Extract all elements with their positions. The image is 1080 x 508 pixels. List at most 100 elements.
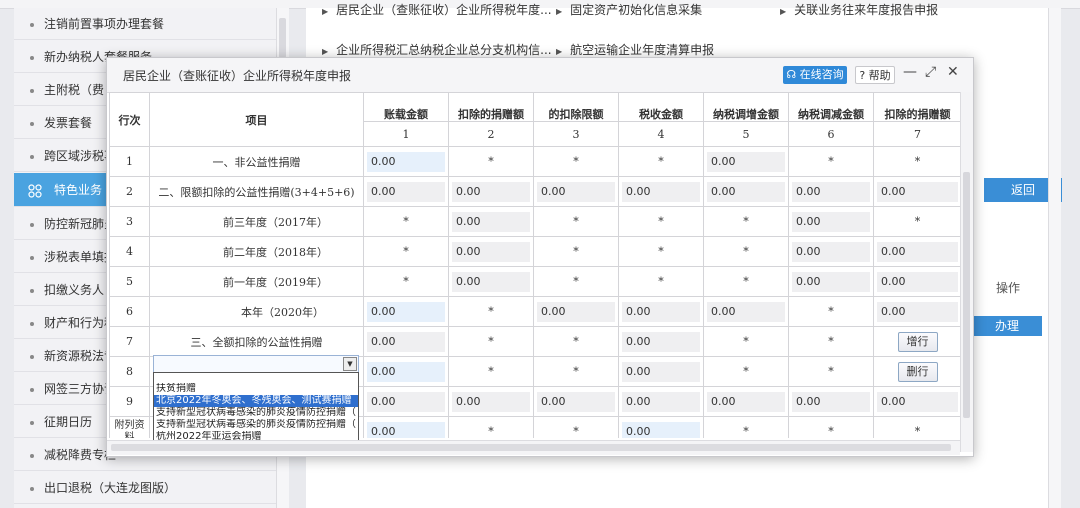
bullet-icon [30,420,34,425]
amount-readonly: 0.00 [707,151,785,172]
business-link[interactable]: ▶ 关联业务往来年度报告申报 [780,1,938,18]
na-cell: * [448,416,534,438]
add-row-button[interactable]: 增行 [897,331,938,352]
bullet-icon [30,154,34,159]
scrollbar-thumb[interactable] [963,172,970,418]
na-cell: * [788,326,874,357]
amount-input[interactable]: 0.00 [367,151,445,172]
main-scrollbar[interactable] [1048,8,1061,508]
business-link[interactable]: ▶ 居民企业（查账征收）企业所得税年度... [322,1,552,18]
bullet-icon [30,255,34,260]
na-cell: * [788,416,874,438]
amount-readonly: 0.00 [792,211,870,232]
header-col: 税收金额 [618,92,704,122]
na-cell: * [873,146,961,177]
sidebar-item[interactable]: 注销前置事项办理套餐 [14,8,276,40]
amount-readonly: 0.00 [537,181,615,202]
amount-readonly: 0.00 [622,181,700,202]
na-cell: * [533,206,619,237]
scrollbar-thumb[interactable] [279,18,286,58]
delete-row-button[interactable]: 删行 [897,361,938,382]
header-col-number: 7 [873,121,961,147]
na-cell: * [363,236,449,267]
row-number: 1 [109,146,150,177]
amount-readonly: 0.00 [367,391,445,412]
dropdown-option[interactable]: 支持新型冠状病毒感染的肺炎疫情防控捐赠（ [154,419,358,431]
bullet-icon [30,354,34,359]
na-cell: * [703,356,789,387]
bullet-icon [30,88,34,93]
amount-readonly: 0.00 [707,181,785,202]
table-row: 7 三、全额扣除的公益性捐赠 0.00 * * 0.00 * * 增行 [109,326,961,357]
amount-readonly: 0.00 [877,301,958,322]
header-col-number: 3 [533,121,619,147]
bullet-icon [30,55,34,60]
bullet-icon [30,288,34,293]
row-number: 7 [109,326,150,357]
dropdown-option[interactable]: 扶贫捐赠 [154,383,358,395]
amount-readonly: 0.00 [792,181,870,202]
na-cell: * [873,416,961,438]
minimize-icon[interactable]: — [903,64,917,80]
row-item: 一、非公益性捐赠 [149,146,364,177]
business-link[interactable]: ▶ 固定资产初始化信息采集 [556,1,702,18]
triangle-right-icon: ▶ [780,7,787,16]
amount-readonly: 0.00 [792,271,870,292]
dialog-horizontal-scrollbar[interactable] [107,440,960,455]
na-cell: * [533,146,619,177]
na-cell: * [788,146,874,177]
row-item: 前二年度（2018年） [149,236,364,267]
online-consult-button[interactable]: ☊ 在线咨询 [783,66,847,84]
na-cell: * [788,296,874,327]
amount-readonly: 0.00 [707,391,785,412]
sidebar-item[interactable]: 出口退税（大连龙图版） [14,472,276,504]
bullet-icon [30,486,34,491]
na-cell: * [533,356,619,387]
amount-readonly: 0.00 [622,391,700,412]
na-cell: * [363,266,449,297]
amount-readonly: 0.00 [622,361,700,382]
close-icon[interactable]: ✕ [947,64,959,80]
header-item: 项目 [149,92,364,147]
amount-readonly: 0.00 [537,391,615,412]
na-cell: * [618,266,704,297]
amount-input[interactable]: 0.00 [367,301,445,322]
table-row: 5 前一年度（2019年） * 0.00 * * * 0.00 0.00 [109,266,961,297]
maximize-icon[interactable]: ⤢ [925,64,936,80]
header-col: 扣除的捐赠额 [448,92,534,122]
scrollbar-thumb[interactable] [111,444,951,451]
handle-button[interactable]: 办理 [972,316,1042,336]
na-cell: * [618,236,704,267]
header-col: 账载金额 [363,92,449,122]
help-button[interactable]: ? 帮助 [855,66,895,84]
amount-input[interactable]: 0.00 [367,421,445,438]
dropdown-option-blank[interactable] [154,373,358,383]
donation-type-select[interactable]: ▼ [153,355,359,373]
donation-type-dropdown: 扶贫捐赠 北京2022年冬奥会、冬残奥会、测试赛捐赠 支持新型冠状病毒感染的肺炎… [153,372,359,450]
amount-readonly: 0.00 [622,301,700,322]
chevron-down-icon[interactable]: ▼ [343,357,357,371]
row-item: 前三年度（2017年） [149,206,364,237]
row-item: 前一年度（2019年） [149,266,364,297]
dropdown-option-selected[interactable]: 北京2022年冬奥会、冬残奥会、测试赛捐赠 [154,395,358,407]
amount-readonly: 0.00 [877,391,958,412]
row-number: 9 [109,386,150,417]
row-item: 三、全额扣除的公益性捐赠 [149,326,364,357]
na-cell: * [363,206,449,237]
dropdown-option[interactable]: 支持新型冠状病毒感染的肺炎疫情防控捐赠（ [154,407,358,419]
dialog-vertical-scrollbar[interactable] [960,92,973,452]
amount-input[interactable]: 0.00 [367,361,445,382]
business-link[interactable]: ▶ 航空运输企业年度清算申报 [556,41,714,58]
row-item: 本年（2020年） [149,296,364,327]
bullet-icon [30,22,34,27]
triangle-right-icon: ▶ [322,47,329,56]
na-cell: * [448,296,534,327]
bullet-icon [30,321,34,326]
operation-header: 操作 [996,281,1021,295]
triangle-right-icon: ▶ [556,7,563,16]
row-number: 附列资料 [109,416,150,438]
business-link[interactable]: ▶ 企业所得税汇总纳税企业总分支机构信... [322,41,552,58]
row-number: 2 [109,176,150,207]
na-cell: * [448,326,534,357]
amount-input[interactable]: 0.00 [622,421,700,438]
